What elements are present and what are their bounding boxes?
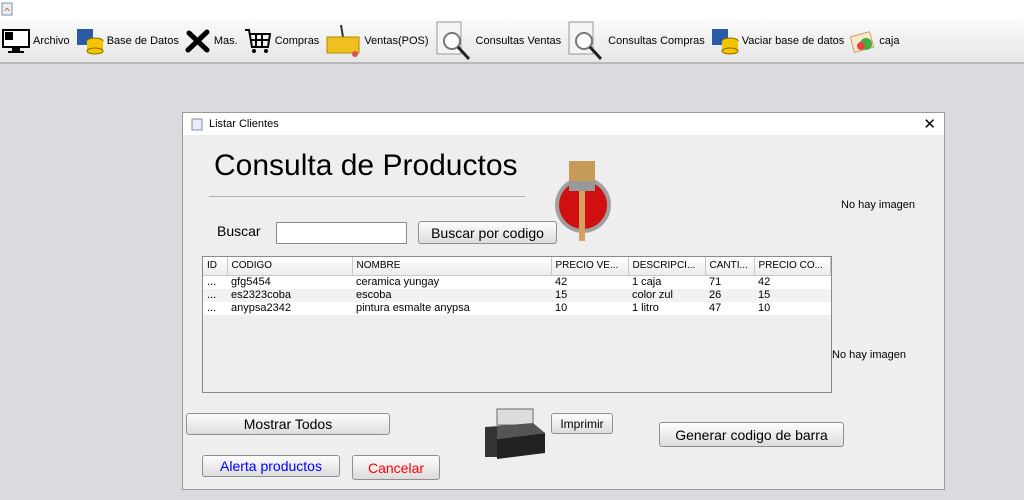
table-cell: 10 (551, 301, 628, 315)
java-icon (191, 118, 203, 130)
table-cell: anypsa2342 (227, 301, 352, 315)
toolbar-compras[interactable]: Compras (244, 27, 319, 55)
search-by-code-button[interactable]: Buscar por codigo (418, 221, 557, 244)
table-row[interactable]: ... anypsa2342 pintura esmalte anypsa 10 1 l… (203, 301, 831, 315)
table-cell: 42 (754, 275, 831, 289)
column-header[interactable]: CANTI... (705, 257, 755, 276)
monitor-icon (2, 29, 30, 53)
no-image-label: No hay imagen (841, 199, 915, 211)
database-icon (711, 29, 739, 55)
toolbar-archivo[interactable]: Archivo (2, 28, 70, 54)
no-image-label: No hay imagen (832, 349, 906, 361)
search-input[interactable] (276, 222, 407, 244)
printer-icon (485, 408, 545, 459)
cash-icon (850, 31, 875, 53)
show-all-button[interactable]: Mostrar Todos (186, 413, 390, 435)
generate-barcode-button[interactable]: Generar codigo de barra (659, 422, 844, 447)
divider (209, 196, 525, 197)
column-header[interactable]: PRECIO CO... (754, 257, 831, 276)
table-cell: es2323coba (227, 288, 352, 302)
table-cell: 71 (705, 275, 754, 289)
print-button[interactable]: Imprimir (551, 413, 613, 434)
search-label: Buscar (217, 223, 261, 239)
toolbar-base-de-datos[interactable]: Base de Datos (76, 27, 179, 55)
table-cell: 47 (705, 301, 754, 315)
table-cell: 42 (551, 275, 628, 289)
table-cell: ... (203, 301, 227, 315)
document-search-icon (436, 21, 470, 61)
table-cell: 1 caja (628, 275, 705, 289)
cart-icon (244, 29, 271, 53)
paint-bucket-icon (555, 161, 611, 241)
table-cell: pintura esmalte anypsa (352, 301, 551, 315)
page-title: Consulta de Productos (214, 149, 518, 182)
table-cell: 15 (754, 288, 831, 302)
basket-icon (326, 24, 360, 57)
table-cell: gfg5454 (227, 275, 352, 289)
column-header[interactable]: ID (203, 257, 228, 276)
column-header[interactable]: PRECIO VE... (551, 257, 629, 276)
toolbar-consultas-ventas[interactable]: Consultas Ventas (435, 21, 561, 61)
table-cell: 1 litro (628, 301, 705, 315)
table-cell: 26 (705, 288, 754, 302)
toolbar-vaciar-base-de-datos[interactable]: Vaciar base de datos (711, 27, 844, 55)
column-header[interactable]: NOMBRE (352, 257, 552, 276)
dialog-titlebar: Listar Clientes ✕ (183, 113, 944, 135)
product-alert-button[interactable]: Alerta productos (202, 455, 340, 477)
table-row[interactable]: ... gfg5454 ceramica yungay 42 1 caja 71 42 (203, 275, 831, 289)
close-icon[interactable]: ✕ (923, 115, 936, 133)
java-icon (1, 2, 13, 16)
toolbar-consultas-compras[interactable]: Consultas Compras (567, 21, 705, 61)
main-toolbar: Archivo Base de Datos Mas. Compras Venta… (0, 20, 1024, 64)
products-table: ID CODIGO NOMBRE PRECIO VE... DESCRIPCI... CA… (202, 256, 832, 393)
window-titlebar (0, 0, 1024, 20)
database-icon (76, 29, 104, 55)
table-cell: ... (203, 275, 227, 289)
table-cell: color zul (628, 288, 705, 302)
table-cell: ... (203, 288, 227, 302)
toolbar-caja[interactable]: caja (850, 28, 899, 54)
column-header[interactable]: CODIGO (227, 257, 353, 276)
tools-icon (185, 29, 210, 53)
document-search-icon (568, 21, 603, 61)
cancel-button[interactable]: Cancelar (352, 455, 440, 480)
column-header[interactable]: DESCRIPCI... (628, 257, 706, 276)
table-cell: 10 (754, 301, 831, 315)
table-row[interactable]: ... es2323coba escoba 15 color zul 26 15 (203, 288, 831, 302)
table-cell: escoba (352, 288, 551, 302)
table-cell: ceramica yungay (352, 275, 551, 289)
table-cell: 15 (551, 288, 628, 302)
listar-clientes-dialog: Listar Clientes ✕ Consulta de Productos … (182, 112, 945, 490)
toolbar-mas[interactable]: Mas. (185, 28, 238, 54)
toolbar-ventas[interactable]: Ventas(POS) (325, 23, 429, 59)
